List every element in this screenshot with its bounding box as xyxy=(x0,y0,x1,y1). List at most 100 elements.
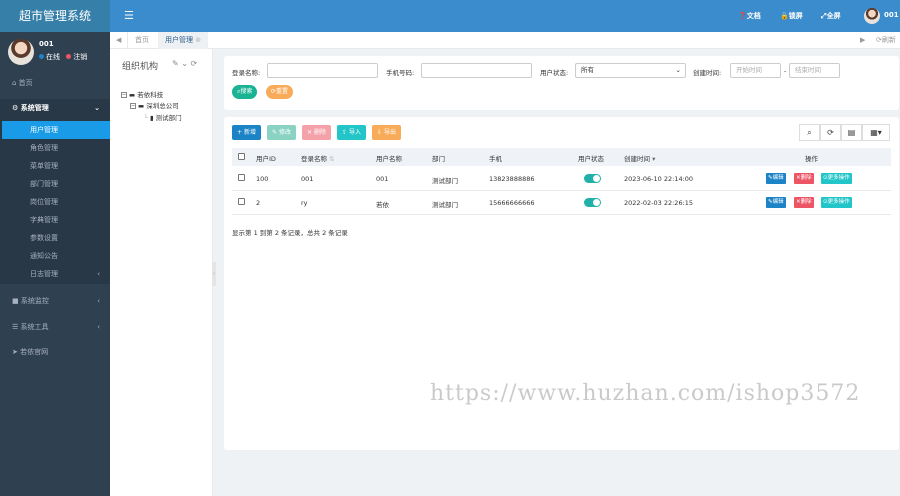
toggle-view-icon[interactable]: ▤ xyxy=(841,124,862,141)
table-row[interactable]: 2 ry 若依 测试部门 15666666666 2022-02-03 22:2… xyxy=(232,191,891,215)
sidebar-item-label: 若依官网 xyxy=(20,348,49,356)
export-button[interactable]: ⇩ 导出 xyxy=(372,125,401,140)
sidebar-item-post[interactable]: 岗位管理 xyxy=(0,193,110,211)
delete-label: 删除 xyxy=(313,129,326,136)
status-select[interactable]: 所有 ⌄ xyxy=(575,63,686,78)
lock-screen-link[interactable]: 🔒锁屏 xyxy=(780,11,803,21)
sidebar-item-home[interactable]: ⌂ 首页 xyxy=(0,74,110,92)
header-user-name[interactable]: 用户名称 xyxy=(376,153,402,163)
user-profile: 001 在线 注销 xyxy=(0,32,110,72)
folder-open-icon: ▬ xyxy=(138,102,147,110)
tree-node-child[interactable]: − ▬ 深圳总公司 xyxy=(130,100,179,110)
add-label: 新增 xyxy=(243,129,256,136)
start-date-input[interactable]: 开始时间 xyxy=(730,63,781,78)
sidebar-item-label: 系统工具 xyxy=(20,323,49,331)
tree-label: 若依科技 xyxy=(137,91,164,99)
row-checkbox[interactable] xyxy=(238,198,245,205)
cell-user-id: 100 xyxy=(256,175,269,183)
org-tree-panel: 组织机构 ✎ ⌄ ⟳ − ▬ 若依科技 − ▬ 深圳总公司 └ ▮ 测试部门 xyxy=(110,49,213,496)
search-toggle-icon[interactable]: ⌕ xyxy=(799,124,820,141)
sidebar-group-system[interactable]: ⚙ 系统管理 ⌄ xyxy=(0,99,110,117)
sidebar-item-dept[interactable]: 部门管理 xyxy=(0,175,110,193)
edit-icon[interactable]: ✎ xyxy=(172,59,179,68)
sidebar-item-menu[interactable]: 菜单管理 xyxy=(0,157,110,175)
select-all-checkbox[interactable] xyxy=(238,153,245,160)
row-more-label: 更多操作 xyxy=(827,199,850,205)
header-login-name[interactable]: 登录名称 ⇅ xyxy=(301,153,335,163)
row-delete-label: 删除 xyxy=(800,199,812,205)
chevron-down-icon[interactable]: ⌄ xyxy=(181,59,188,68)
export-label: 导出 xyxy=(383,129,396,136)
columns-icon[interactable]: ▦▾ xyxy=(862,124,890,141)
video-icon: ■ xyxy=(12,297,21,305)
header-dept[interactable]: 部门 xyxy=(432,153,445,163)
edit-button[interactable]: ✎ 修改 xyxy=(267,125,296,140)
row-edit-button[interactable]: ✎编辑 xyxy=(766,173,786,184)
reset-button[interactable]: ⟳重置 xyxy=(266,85,294,99)
user-menu-name[interactable]: 001 xyxy=(884,11,899,19)
header-label: 创建时间 xyxy=(624,155,650,163)
status-toggle[interactable] xyxy=(584,174,601,183)
sidebar-item-config[interactable]: 参数设置 xyxy=(0,229,110,247)
chevron-left-icon: ‹ xyxy=(97,323,100,331)
collapse-icon[interactable]: − xyxy=(121,92,127,98)
pagination-summary: 显示第 1 到第 2 条记录，总共 2 条记录 xyxy=(232,229,348,237)
tabs-scroll-left-icon[interactable]: ◀ xyxy=(116,32,121,49)
user-avatar[interactable] xyxy=(864,8,880,24)
header-user-id[interactable]: 用户ID xyxy=(256,153,276,163)
menu-toggle-icon[interactable]: ☰ xyxy=(124,9,134,22)
search-button[interactable]: ⌕搜索 xyxy=(232,85,258,99)
phone-input[interactable] xyxy=(421,63,532,78)
collapse-icon[interactable]: − xyxy=(130,103,136,109)
search-panel: 登录名称: 手机号码: 用户状态: 所有 ⌄ 创建时间: 开始时间 - 结束时间 … xyxy=(224,56,899,110)
header-phone[interactable]: 手机 xyxy=(489,153,502,163)
avatar[interactable] xyxy=(8,39,34,65)
header-created[interactable]: 创建时间 ▾ xyxy=(624,153,655,163)
header-status[interactable]: 用户状态 xyxy=(578,153,604,163)
sidebar-item-log[interactable]: 日志管理 ‹ xyxy=(0,265,110,283)
location-arrow-icon: ➤ xyxy=(12,348,21,356)
sidebar-item-dict[interactable]: 字典管理 xyxy=(0,211,110,229)
refresh-icon[interactable]: ⟳ xyxy=(820,124,841,141)
sidebar-item-website[interactable]: ➤ 若依官网 xyxy=(0,343,110,361)
tab-label: 用户管理 xyxy=(165,36,193,44)
tree-node-leaf[interactable]: └ ▮ 测试部门 xyxy=(144,112,182,122)
row-delete-button[interactable]: ✕删除 xyxy=(794,197,814,208)
app-title[interactable]: 超市管理系统 xyxy=(0,0,110,32)
sidebar-item-user[interactable]: 用户管理 xyxy=(2,121,110,139)
delete-button[interactable]: ✕ 删除 xyxy=(302,125,331,140)
row-more-button[interactable]: ⊙更多操作 xyxy=(821,197,852,208)
tree-node-root[interactable]: − ▬ 若依科技 xyxy=(121,89,163,99)
tabs-scroll-right-icon[interactable]: ▶ xyxy=(860,32,865,49)
docs-label: 文档 xyxy=(746,12,761,20)
table-row[interactable]: 100 001 001 测试部门 13823888886 2023-06-10 … xyxy=(232,167,891,191)
sort-desc-icon: ▾ xyxy=(652,155,656,163)
row-edit-button[interactable]: ✎编辑 xyxy=(766,197,786,208)
tab-user-management[interactable]: 用户管理 ⊗ xyxy=(158,32,209,49)
tab-home[interactable]: 首页 xyxy=(135,32,149,49)
fullscreen-link[interactable]: ⤢全屏 xyxy=(821,11,841,21)
status-toggle[interactable] xyxy=(584,198,601,207)
row-more-button[interactable]: ⊙更多操作 xyxy=(821,173,852,184)
org-tree-title: 组织机构 xyxy=(122,62,159,72)
import-button[interactable]: ⇪ 导入 xyxy=(337,125,366,140)
sidebar-item-monitor[interactable]: ■ 系统监控 ‹ xyxy=(0,292,110,310)
row-checkbox[interactable] xyxy=(238,174,245,181)
sidebar-item-tools[interactable]: ☰ 系统工具 ‹ xyxy=(0,318,110,336)
sidebar-item-role[interactable]: 角色管理 xyxy=(0,139,110,157)
gear-icon: ⚙ xyxy=(12,104,21,112)
login-name-input[interactable] xyxy=(267,63,378,78)
panel-splitter[interactable]: ‹ xyxy=(212,262,216,286)
sidebar-item-notice[interactable]: 通知公告 xyxy=(0,247,110,265)
close-icon[interactable]: ⊗ xyxy=(195,36,201,44)
tree-label: 测试部门 xyxy=(155,114,182,122)
logout-icon[interactable] xyxy=(66,54,72,59)
cell-created: 2023-06-10 22:14:00 xyxy=(624,175,694,183)
logout-link[interactable]: 注销 xyxy=(73,53,87,61)
tab-refresh[interactable]: ⟳刷新 xyxy=(876,32,896,49)
end-date-input[interactable]: 结束时间 xyxy=(789,63,840,78)
refresh-icon[interactable]: ⟳ xyxy=(191,59,198,68)
docs-link[interactable]: ❓文档 xyxy=(738,11,761,21)
add-button[interactable]: + 新增 xyxy=(232,125,261,140)
row-delete-button[interactable]: ✕删除 xyxy=(794,173,814,184)
